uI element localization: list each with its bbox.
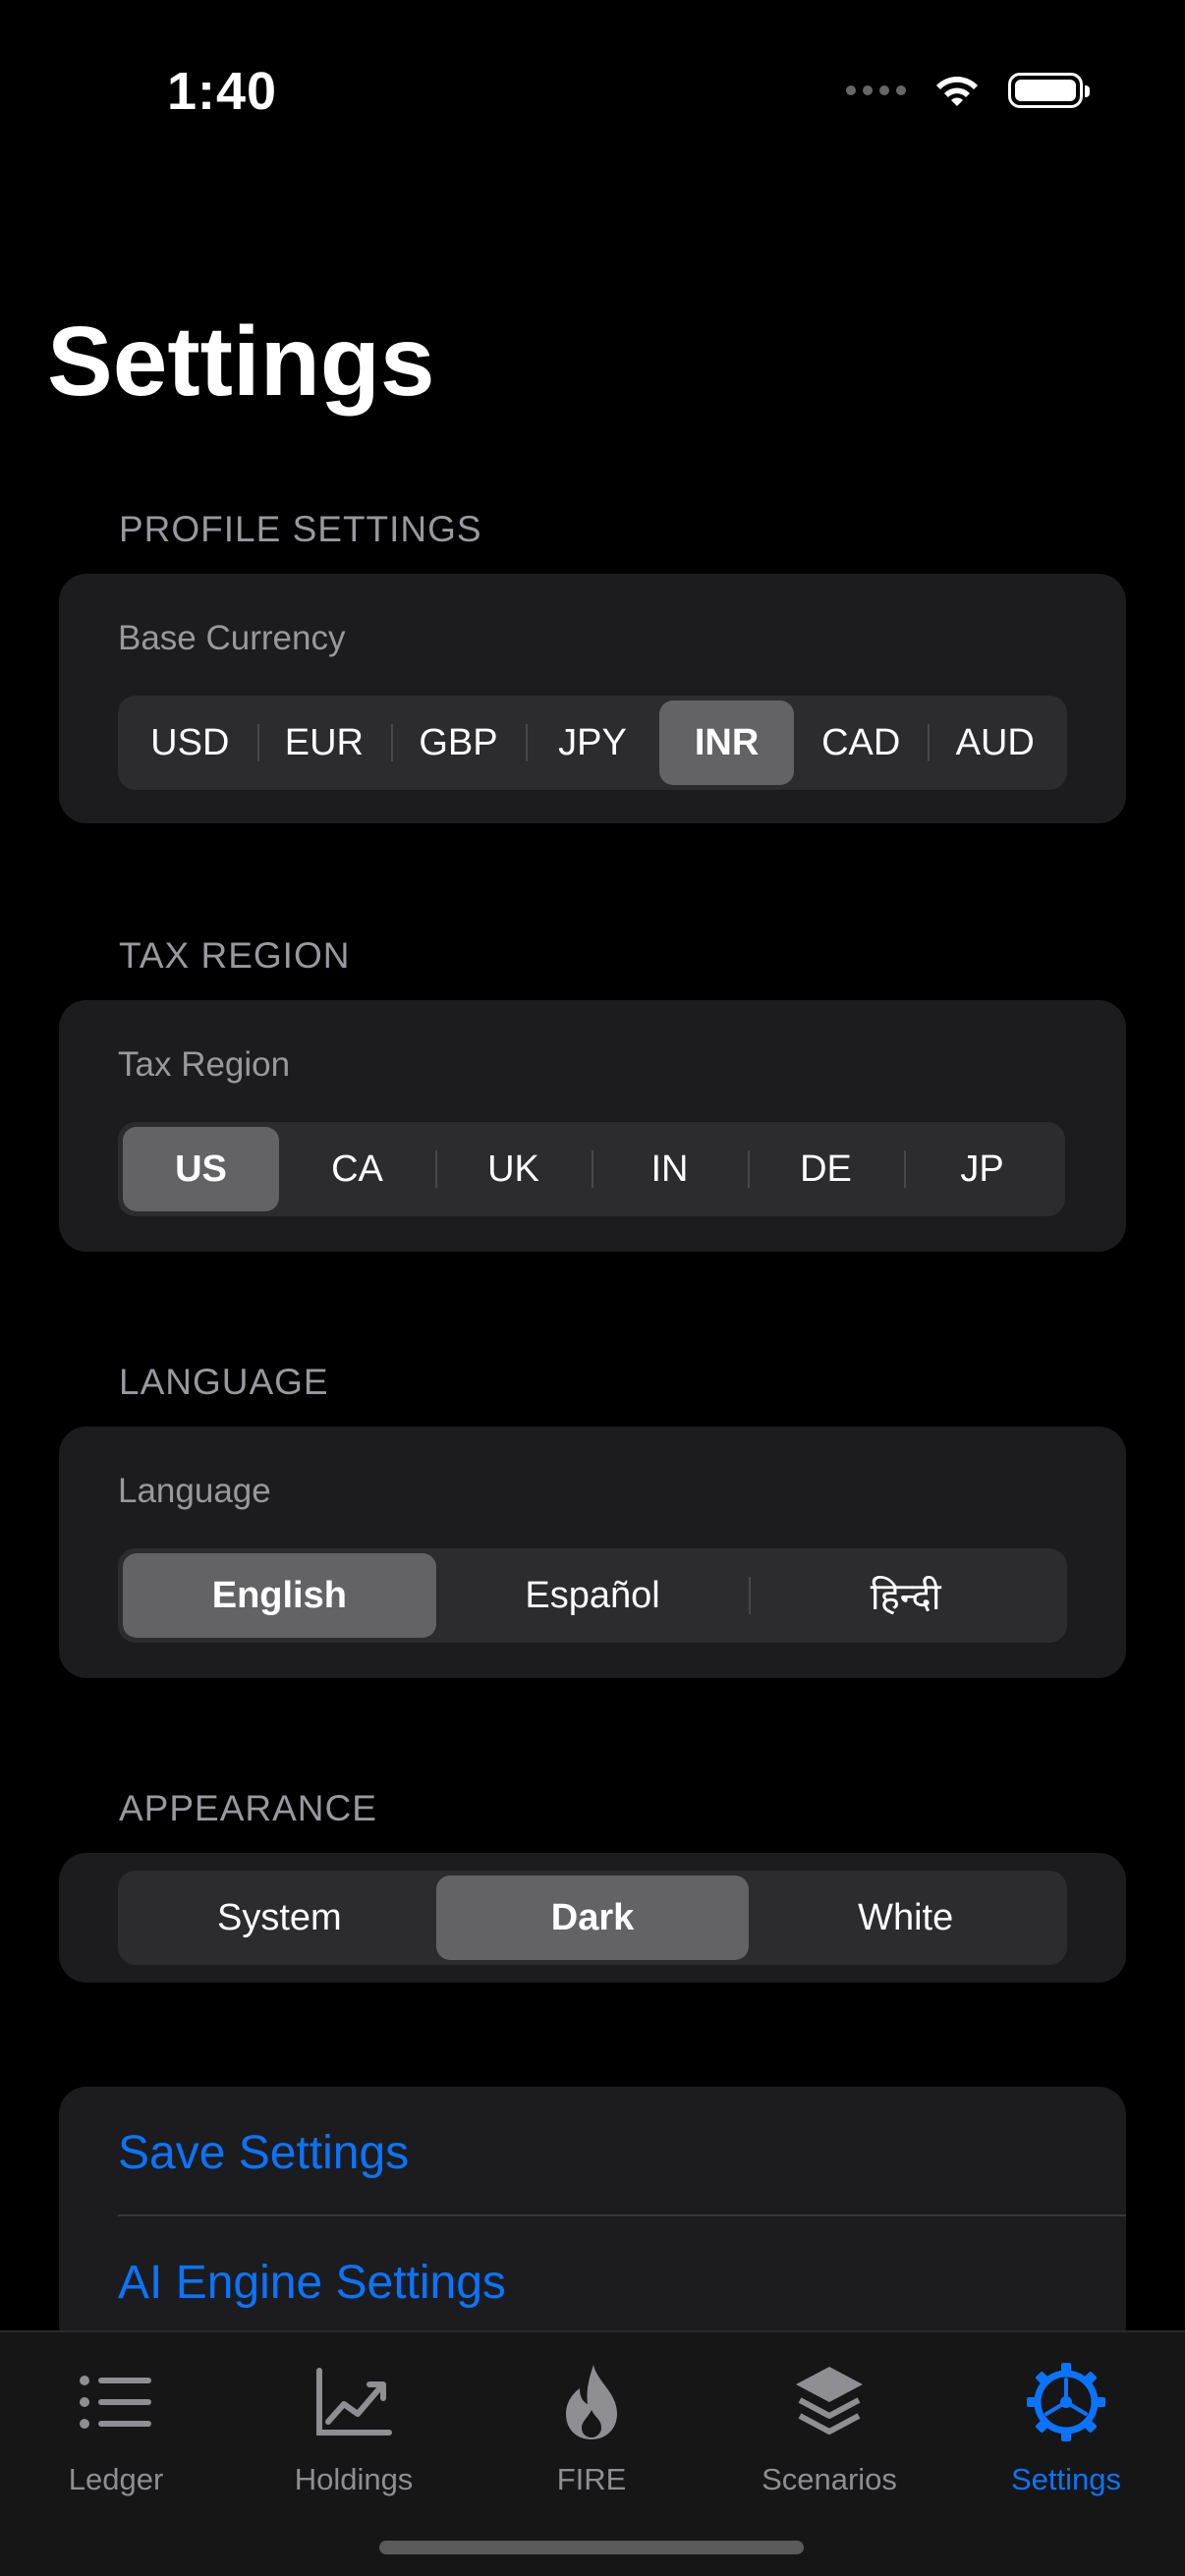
appearance-option-white[interactable]: White: [749, 1876, 1062, 1960]
currency-option-usd[interactable]: USD: [123, 700, 257, 785]
currency-option-cad[interactable]: CAD: [794, 700, 929, 785]
tab-scenarios[interactable]: Scenarios: [731, 2360, 928, 2497]
appearance-option-dark[interactable]: Dark: [435, 1876, 750, 1960]
flame-icon: [566, 2365, 617, 2439]
currency-option-aud[interactable]: AUD: [928, 700, 1062, 785]
profile-settings-card: Base Currency USD EUR GBP JPY INR CAD AU…: [59, 574, 1126, 823]
language-label: Language: [118, 1472, 271, 1510]
wifi-icon: [936, 77, 978, 106]
currency-option-eur[interactable]: EUR: [256, 700, 392, 785]
tab-label-holdings: Holdings: [294, 2462, 414, 2496]
tab-ledger[interactable]: Ledger: [18, 2360, 214, 2497]
tax-option-uk[interactable]: UK: [435, 1127, 592, 1211]
chart-icon: [316, 2368, 392, 2436]
tax-region-card: Tax Region US CA UK IN DE JP: [59, 1000, 1126, 1252]
currency-option-inr[interactable]: INR: [659, 700, 794, 785]
tab-fire[interactable]: FIRE: [493, 2360, 690, 2497]
language-option-espanol[interactable]: Español: [436, 1553, 750, 1638]
appearance-option-system[interactable]: System: [123, 1876, 436, 1960]
section-header-language: LANGUAGE: [119, 1362, 329, 1402]
save-settings-button[interactable]: Save Settings: [118, 2126, 409, 2180]
actions-card: Save Settings AI Engine Settings: [59, 2087, 1126, 2352]
tab-settings[interactable]: Settings: [968, 2360, 1164, 2497]
section-header-tax-region: TAX REGION: [119, 935, 351, 976]
list-icon: [80, 2376, 151, 2429]
language-card: Language English Español हिन्दी: [59, 1427, 1126, 1678]
gear-icon: [1027, 2363, 1105, 2441]
tax-region-label: Tax Region: [118, 1045, 291, 1084]
tax-option-us[interactable]: US: [123, 1127, 279, 1211]
tax-option-ca[interactable]: CA: [279, 1127, 435, 1211]
base-currency-picker[interactable]: USD EUR GBP JPY INR CAD AUD: [118, 696, 1067, 790]
signal-dots-icon: [846, 85, 906, 95]
battery-icon: [1008, 73, 1090, 108]
section-header-profile: PROFILE SETTINGS: [119, 509, 482, 549]
tab-bar: Ledger Holdings FIRE Scenarios Settings: [0, 2330, 1185, 2576]
row-divider: [118, 2214, 1126, 2216]
tab-holdings[interactable]: Holdings: [255, 2360, 452, 2497]
tax-option-jp[interactable]: JP: [904, 1127, 1060, 1211]
base-currency-label: Base Currency: [118, 619, 346, 657]
tax-option-in[interactable]: IN: [592, 1127, 748, 1211]
tax-region-picker[interactable]: US CA UK IN DE JP: [118, 1122, 1065, 1216]
language-option-hindi[interactable]: हिन्दी: [749, 1553, 1062, 1638]
status-time: 1:40: [167, 62, 278, 121]
section-header-appearance: APPEARANCE: [119, 1788, 377, 1828]
tab-label-ledger: Ledger: [68, 2462, 164, 2496]
ai-engine-settings-button[interactable]: AI Engine Settings: [118, 2256, 506, 2310]
tab-label-fire: FIRE: [556, 2462, 627, 2496]
status-indicators: [846, 71, 1090, 110]
home-indicator: [379, 2541, 804, 2554]
appearance-card: System Dark White: [59, 1853, 1126, 1983]
tab-label-scenarios: Scenarios: [762, 2462, 897, 2496]
page-title: Settings: [47, 307, 435, 417]
language-option-english[interactable]: English: [123, 1553, 436, 1638]
tab-label-settings: Settings: [1010, 2462, 1121, 2496]
currency-option-jpy[interactable]: JPY: [525, 700, 660, 785]
tax-option-de[interactable]: DE: [748, 1127, 904, 1211]
currency-option-gbp[interactable]: GBP: [391, 700, 526, 785]
layers-icon: [796, 2367, 863, 2435]
appearance-picker[interactable]: System Dark White: [118, 1871, 1067, 1965]
language-picker[interactable]: English Español हिन्दी: [118, 1548, 1067, 1643]
